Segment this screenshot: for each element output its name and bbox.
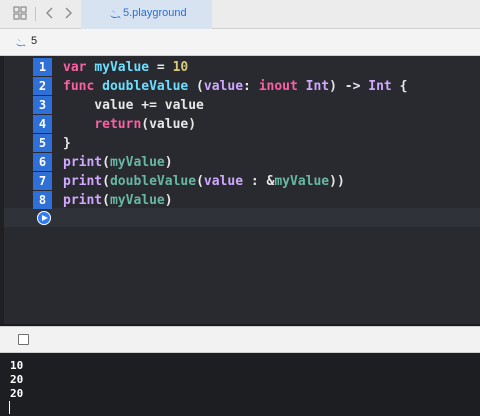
code-token: ) <box>164 193 173 208</box>
line-number: 2 <box>38 79 47 93</box>
code-token: print <box>63 193 103 208</box>
console-output[interactable]: 10 20 20 <box>0 353 480 416</box>
code-token: myValue <box>109 155 165 170</box>
code-line: var myValue = 10 <box>63 58 188 77</box>
line-number: 7 <box>38 174 47 188</box>
line-number: 4 <box>38 117 47 131</box>
line-number: 6 <box>38 155 47 169</box>
code-line: print(myValue) <box>63 153 173 172</box>
code-line: value += value <box>63 96 204 115</box>
console-line: 10 <box>10 359 24 372</box>
code-token: func <box>63 79 95 94</box>
code-token: value <box>203 174 244 189</box>
swift-icon <box>110 10 121 19</box>
code-token: doubleValue <box>102 79 189 94</box>
line-number: 1 <box>38 60 47 74</box>
code-line: } <box>63 134 71 153</box>
code-token: print <box>63 174 103 189</box>
line-number: 3 <box>38 98 47 112</box>
code-token: ( <box>102 174 110 189</box>
debug-bar <box>0 326 480 353</box>
code-token: ( <box>102 193 110 208</box>
code-token: doubleValue <box>109 174 197 189</box>
toolbar-divider <box>35 7 36 21</box>
code-token: myValue <box>274 174 330 189</box>
code-token: ) -> <box>329 79 369 94</box>
tab-title: 5.playground <box>123 7 187 19</box>
swift-icon <box>15 38 26 48</box>
code-token: 10 <box>172 60 189 75</box>
code-token: Int <box>305 79 330 94</box>
code-token: ( <box>196 174 204 189</box>
code-line: return(value) <box>63 115 196 134</box>
tab-playground[interactable]: 5.playground <box>81 0 212 29</box>
code-line: func doubleValue (value: inout Int) -> I… <box>63 77 407 96</box>
code-token: myValue <box>94 60 150 75</box>
line-number: 5 <box>38 136 47 150</box>
current-line-highlight <box>4 208 480 227</box>
code-token: ( <box>188 79 204 94</box>
breadcrumb: 5 <box>0 29 480 56</box>
chevron-right-icon[interactable] <box>60 6 76 22</box>
code-token: } <box>63 136 71 151</box>
code-token: var <box>63 60 87 75</box>
code-token: value += value <box>63 98 204 113</box>
breadcrumb-item[interactable]: 5 <box>31 35 37 47</box>
code-token: value <box>203 79 244 94</box>
code-token: = <box>149 60 173 75</box>
code-token: : & <box>243 174 275 189</box>
console-line: 20 <box>10 387 24 400</box>
code-token: : <box>243 79 259 94</box>
code-token: ( <box>102 155 110 170</box>
console-toggle-icon[interactable] <box>18 334 29 345</box>
code-line: print(myValue) <box>63 191 173 210</box>
code-line: print(doubleValue(value : &myValue)) <box>63 172 345 191</box>
chevron-left-icon[interactable] <box>42 6 58 22</box>
grid-icon[interactable] <box>12 6 28 22</box>
code-token: )) <box>329 174 345 189</box>
code-token: myValue <box>109 193 165 208</box>
code-token: inout <box>258 79 298 94</box>
line-number: 8 <box>38 193 47 207</box>
code-token: (value) <box>141 117 197 132</box>
code-token: ) <box>164 155 173 170</box>
tab-bar: 5.playground <box>0 0 480 29</box>
text-caret <box>9 401 10 414</box>
console-line: 20 <box>10 373 24 386</box>
code-editor[interactable]: 12345678 var myValue = 10 func doubleValu… <box>4 56 480 324</box>
code-token: return <box>94 117 142 132</box>
code-token: { <box>391 79 408 94</box>
code-token: Int <box>368 79 392 94</box>
code-token: print <box>63 155 103 170</box>
play-icon[interactable] <box>37 211 51 225</box>
